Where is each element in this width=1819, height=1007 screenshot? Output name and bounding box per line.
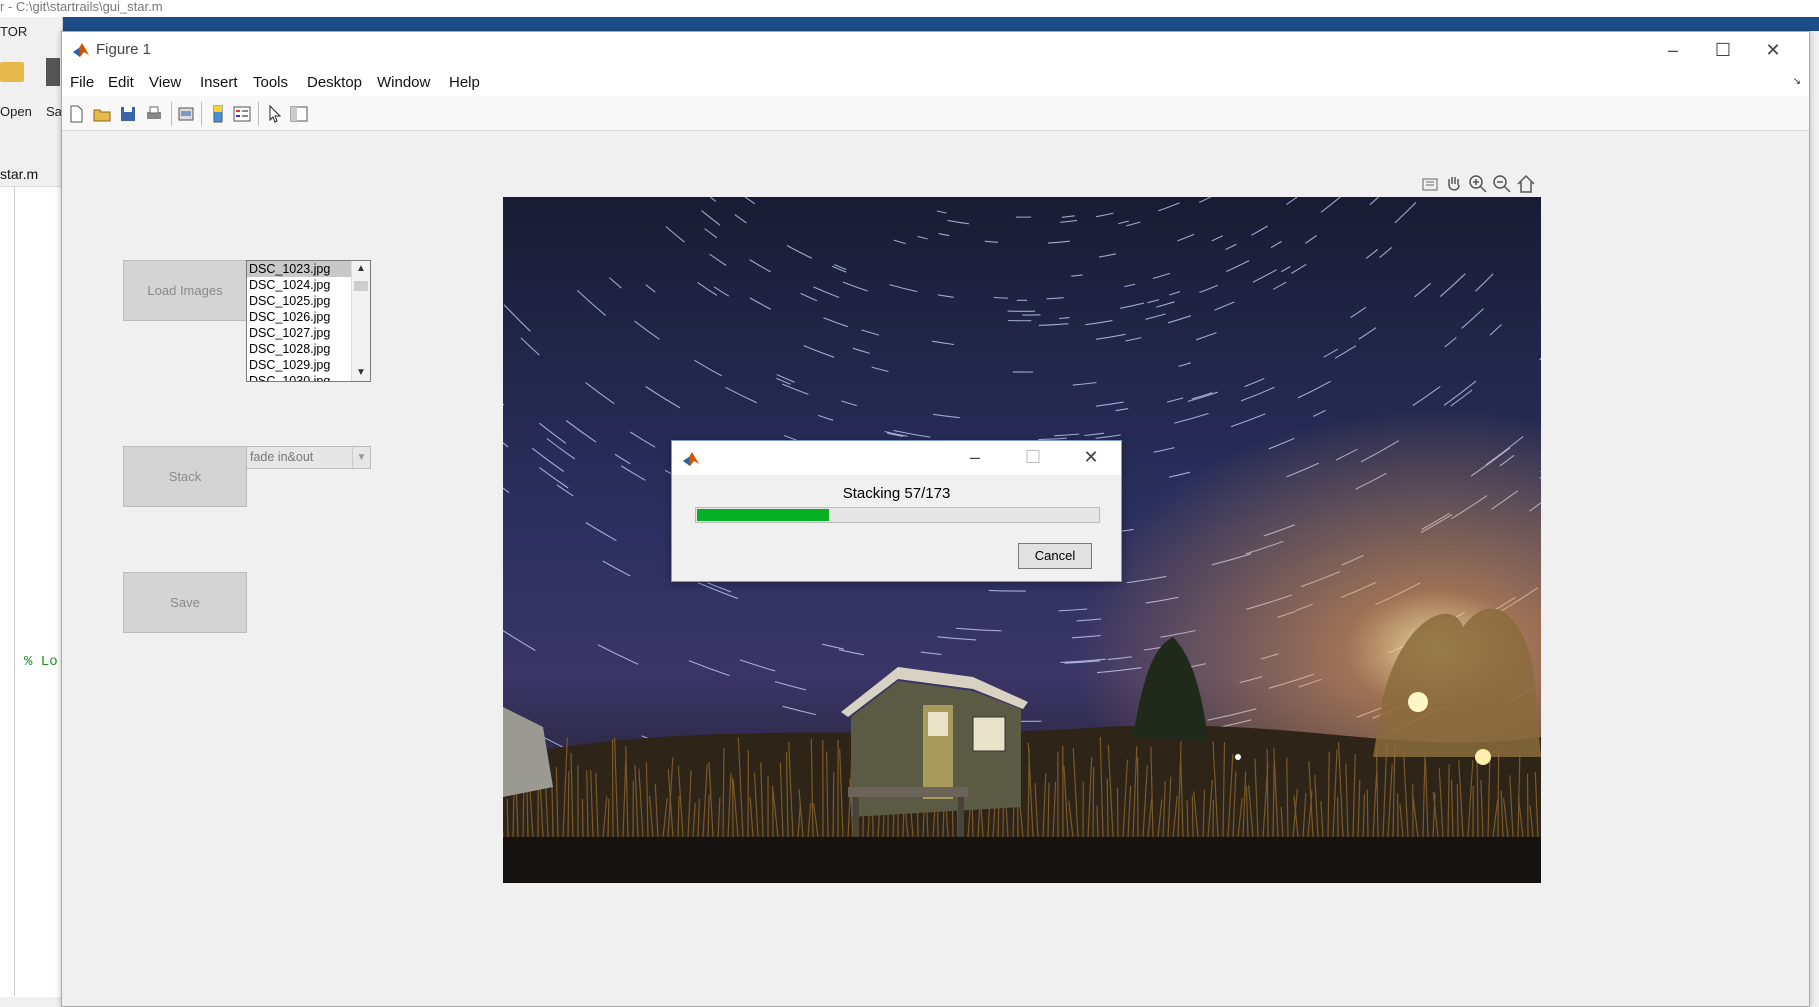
editor-titlebar: r - C:\git\startrails\gui_star.m <box>0 0 1819 17</box>
zoom-out-icon[interactable] <box>1491 173 1513 195</box>
menu-file[interactable]: File <box>70 74 94 91</box>
toolbar-separator <box>258 102 259 126</box>
save-icon[interactable] <box>118 104 138 124</box>
menu-insert[interactable]: Insert <box>200 74 238 91</box>
list-item[interactable]: DSC_1023.jpg <box>247 261 351 277</box>
figure-titlebar[interactable]: Figure 1 – ☐ ✕ <box>62 32 1809 68</box>
matlab-logo-icon <box>72 42 90 58</box>
scroll-up-arrow-icon[interactable]: ▲ <box>352 261 370 277</box>
menu-bar: File Edit View Insert Tools Desktop Wind… <box>62 68 1809 96</box>
editor-tabstrip <box>0 17 1819 31</box>
open-file-icon[interactable] <box>92 104 112 124</box>
list-item[interactable]: DSC_1026.jpg <box>247 309 351 325</box>
load-images-button[interactable]: Load Images <box>123 260 247 321</box>
open-label[interactable]: Open <box>0 104 32 119</box>
dialog-titlebar[interactable]: – ☐ ✕ <box>672 441 1121 475</box>
editor-area[interactable] <box>0 186 62 997</box>
menu-tools[interactable]: Tools <box>253 74 288 91</box>
cancel-button[interactable]: Cancel <box>1018 543 1092 569</box>
property-inspector-icon[interactable] <box>289 104 309 124</box>
dock-arrow-icon[interactable]: ↘ <box>1793 76 1801 87</box>
stack-mode-value: fade in&out <box>250 450 313 464</box>
pan-hand-icon[interactable] <box>1443 173 1465 195</box>
open-folder-icon[interactable] <box>0 62 24 82</box>
progress-dialog: – ☐ ✕ Stacking 57/173 Cancel <box>671 440 1122 582</box>
close-button[interactable]: ✕ <box>1077 445 1105 469</box>
menu-help[interactable]: Help <box>449 74 480 91</box>
progress-message: Stacking 57/173 <box>672 485 1121 502</box>
stack-button[interactable]: Stack <box>123 446 247 507</box>
colorbar-icon[interactable] <box>208 104 228 124</box>
home-icon[interactable] <box>1515 173 1537 195</box>
listbox-scrollbar[interactable]: ▲ ▼ <box>351 261 370 381</box>
print-preview-icon[interactable] <box>176 104 196 124</box>
list-item[interactable]: DSC_1024.jpg <box>247 277 351 293</box>
close-button[interactable]: ✕ <box>1759 38 1787 62</box>
list-item[interactable]: DSC_1029.jpg <box>247 357 351 373</box>
menu-edit[interactable]: Edit <box>108 74 134 91</box>
maximize-button[interactable]: ☐ <box>1019 445 1047 469</box>
editor-title: r - C:\git\startrails\gui_star.m <box>0 0 163 14</box>
file-listbox[interactable]: DSC_1023.jpgDSC_1024.jpgDSC_1025.jpgDSC_… <box>246 260 371 382</box>
save-button[interactable]: Save <box>123 572 247 633</box>
list-item[interactable]: DSC_1027.jpg <box>247 325 351 341</box>
progress-bar-fill <box>697 509 829 521</box>
print-icon[interactable] <box>144 104 164 124</box>
menu-window[interactable]: Window <box>377 74 430 91</box>
minimize-button[interactable]: – <box>1659 38 1687 62</box>
minimize-button[interactable]: – <box>961 445 989 469</box>
chevron-down-icon[interactable]: ▼ <box>352 447 370 468</box>
figure-title: Figure 1 <box>96 41 151 58</box>
maximize-button[interactable]: ☐ <box>1709 38 1737 62</box>
toolbar-separator <box>171 102 172 126</box>
toolbar-separator <box>201 102 202 126</box>
matlab-logo-icon <box>682 451 700 467</box>
toolstrip-tab-label: TOR <box>0 24 27 39</box>
stack-mode-select[interactable]: fade in&out ▼ <box>246 446 371 469</box>
list-item[interactable]: DSC_1028.jpg <box>247 341 351 357</box>
file-tab[interactable]: star.m <box>0 166 38 182</box>
figure-toolbar <box>62 96 1809 131</box>
list-item[interactable]: DSC_1025.jpg <box>247 293 351 309</box>
scrollbar-thumb[interactable] <box>354 281 368 291</box>
menu-view[interactable]: View <box>149 74 181 91</box>
code-comment: % Lo <box>24 654 58 670</box>
list-item[interactable]: DSC_1030.jpg <box>247 373 351 382</box>
editor-gutter <box>14 186 15 996</box>
save-label[interactable]: Sa <box>46 104 62 119</box>
scroll-down-arrow-icon[interactable]: ▼ <box>352 365 370 381</box>
save-icon[interactable] <box>46 58 60 86</box>
edit-plot-pointer-icon[interactable] <box>265 104 285 124</box>
progress-bar <box>695 507 1100 523</box>
legend-icon[interactable] <box>232 104 252 124</box>
new-figure-icon[interactable] <box>66 104 86 124</box>
export-icon[interactable] <box>1419 173 1441 195</box>
zoom-in-icon[interactable] <box>1467 173 1489 195</box>
menu-desktop[interactable]: Desktop <box>307 74 362 91</box>
